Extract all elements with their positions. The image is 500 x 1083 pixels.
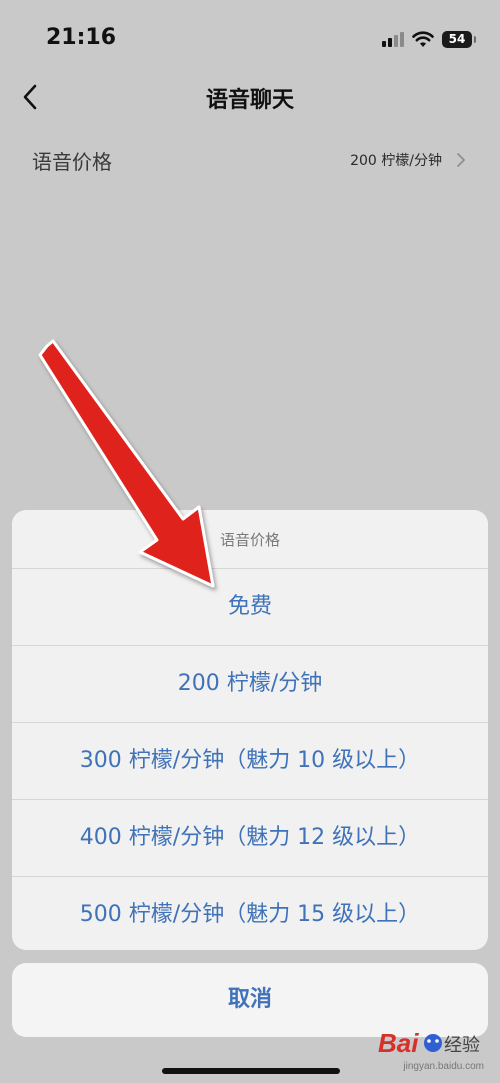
option-free[interactable]: 免费 <box>12 569 488 646</box>
svg-text:经验: 经验 <box>444 1035 480 1056</box>
nav-bar: 语音聊天 <box>0 78 500 118</box>
battery-icon: 54 <box>442 30 476 48</box>
watermark-logo: Bai 经验 <box>378 1028 480 1058</box>
page-title: 语音聊天 <box>205 88 294 113</box>
watermark: Bai 经验 jingyan.baidu.com <box>376 1022 486 1077</box>
battery-level: 54 <box>448 32 466 46</box>
status-time: 21:16 <box>46 25 117 50</box>
setting-label: 语音价格 <box>32 150 112 174</box>
option-400[interactable]: 400 柠檬/分钟（魅力 12 级以上） <box>12 800 488 877</box>
status-icons: 54 <box>382 28 476 50</box>
watermark-url: jingyan.baidu.com <box>403 1061 484 1072</box>
wifi-icon <box>412 30 434 47</box>
option-300[interactable]: 300 柠檬/分钟（魅力 10 级以上） <box>12 723 488 800</box>
svg-text:Bai: Bai <box>378 1028 419 1058</box>
chevron-right-icon <box>457 153 465 167</box>
setting-value: 200 柠檬/分钟 <box>350 153 442 169</box>
option-200[interactable]: 200 柠檬/分钟 <box>12 646 488 723</box>
option-500[interactable]: 500 柠檬/分钟（魅力 15 级以上） <box>12 877 488 950</box>
status-bar: 21:16 54 <box>0 0 500 80</box>
action-sheet: 语音价格 免费 200 柠檬/分钟 300 柠檬/分钟（魅力 10 级以上） 4… <box>12 510 488 950</box>
cellular-signal-icon <box>382 31 404 47</box>
setting-row-voice-price[interactable]: 语音价格 200 柠檬/分钟 <box>0 140 500 180</box>
home-indicator <box>162 1068 340 1074</box>
action-sheet-title: 语音价格 <box>12 510 488 569</box>
